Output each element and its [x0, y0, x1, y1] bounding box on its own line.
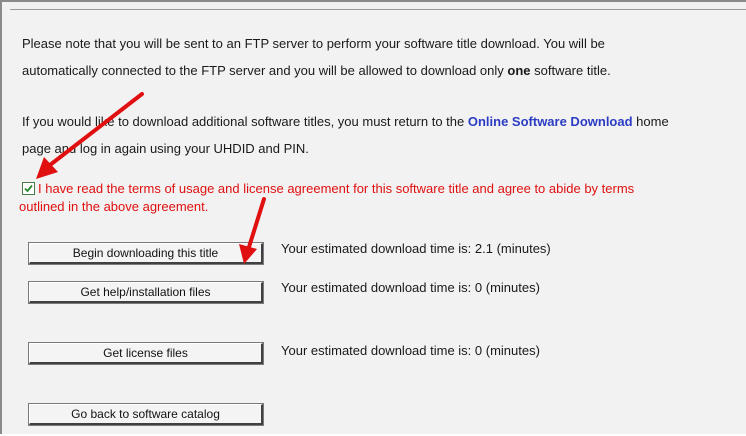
- notice-text: automatically connected to the FTP serve…: [22, 63, 508, 78]
- get-license-files-button[interactable]: Get license files: [28, 342, 264, 365]
- notice-line-3: If you would like to download additional…: [22, 112, 669, 132]
- begin-download-button[interactable]: Begin downloading this title: [28, 242, 264, 265]
- checkmark-icon: [24, 184, 33, 193]
- get-help-installation-button[interactable]: Get help/installation files: [28, 281, 264, 304]
- agreement-line-1: I have read the terms of usage and licen…: [38, 181, 635, 196]
- agreement-line-2: outlined in the above agreement.: [19, 199, 209, 214]
- notice-text: If you would like to download additional…: [22, 114, 468, 129]
- download-estimate: Your estimated download time is: 2.1 (mi…: [281, 241, 551, 256]
- back-to-catalog-button[interactable]: Go back to software catalog: [28, 403, 264, 426]
- notice-line-1: Please note that you will be sent to an …: [22, 36, 605, 51]
- online-software-download-link[interactable]: Online Software Download: [468, 114, 633, 129]
- top-divider: [10, 9, 746, 10]
- content-panel: Please note that you will be sent to an …: [0, 0, 746, 434]
- download-estimate: Your estimated download time is: 0 (minu…: [281, 280, 540, 295]
- arrowhead-icon: [36, 157, 58, 179]
- download-estimate: Your estimated download time is: 0 (minu…: [281, 343, 540, 358]
- notice-line-4: page and log in again using your UHDID a…: [22, 141, 309, 156]
- notice-text: home: [632, 114, 669, 129]
- agreement-checkbox[interactable]: [22, 182, 35, 195]
- notice-line-2: automatically connected to the FTP serve…: [22, 61, 611, 81]
- annotation-arrow: [247, 197, 266, 249]
- notice-text: software title.: [530, 63, 611, 78]
- notice-emphasis: one: [507, 63, 531, 78]
